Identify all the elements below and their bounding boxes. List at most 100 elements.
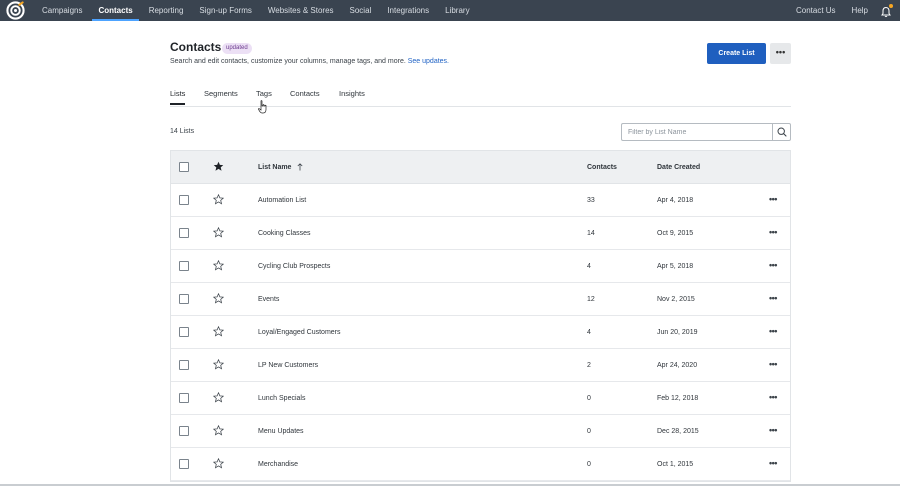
row-checkbox[interactable]	[179, 360, 189, 370]
tab-lists[interactable]: Lists	[170, 89, 186, 105]
tab-insights[interactable]: Insights	[339, 89, 365, 98]
bell-icon[interactable]	[880, 3, 893, 17]
filter-lists-input[interactable]	[621, 123, 773, 141]
star-outline-icon[interactable]	[213, 227, 224, 238]
constant-contact-logo-icon[interactable]	[6, 1, 25, 20]
row-actions-button[interactable]: •••	[769, 382, 777, 415]
row-actions-button[interactable]: •••	[769, 250, 777, 283]
contact-us-link[interactable]: Contact Us	[788, 0, 844, 21]
select-all-checkbox[interactable]	[179, 162, 189, 172]
row-actions-button[interactable]: •••	[769, 217, 777, 250]
tab-tags[interactable]: Tags	[256, 89, 272, 98]
star-outline-icon[interactable]	[213, 260, 224, 271]
page-subtitle: Search and edit contacts, customize your…	[170, 58, 449, 65]
list-name[interactable]: Events	[258, 283, 279, 316]
row-checkbox[interactable]	[179, 426, 189, 436]
contact-count: 0	[587, 428, 591, 435]
sort-ascending-icon[interactable]	[297, 163, 303, 171]
tab-contacts[interactable]: Contacts	[290, 89, 320, 98]
table-header: List Name Contacts Date Created	[171, 151, 790, 184]
notification-dot	[889, 3, 893, 8]
contact-count: 4	[587, 329, 591, 336]
nav-integrations[interactable]: Integrations	[379, 0, 437, 21]
contact-count: 0	[587, 461, 591, 468]
help-link[interactable]: Help	[844, 0, 876, 21]
table-row[interactable]: Merchandise 0 Oct 1, 2015 •••	[171, 448, 790, 481]
row-actions-button[interactable]: •••	[769, 283, 777, 316]
star-outline-icon[interactable]	[213, 359, 224, 370]
list-name[interactable]: Loyal/Engaged Customers	[258, 316, 341, 349]
row-actions-button[interactable]: •••	[769, 316, 777, 349]
nav-signup-forms[interactable]: Sign-up Forms	[191, 0, 259, 21]
date-created: Oct 1, 2015	[657, 461, 694, 468]
contact-count: 12	[587, 296, 595, 303]
list-name[interactable]: Menu Updates	[258, 415, 304, 448]
star-outline-icon[interactable]	[213, 425, 224, 436]
contact-count: 0	[587, 395, 591, 402]
row-actions-button[interactable]: •••	[769, 349, 777, 382]
create-list-button[interactable]: Create List	[707, 43, 766, 64]
list-count: 14 Lists	[170, 128, 195, 135]
table-row[interactable]: Lunch Specials 0 Feb 12, 2018 •••	[171, 382, 790, 415]
star-outline-icon[interactable]	[213, 194, 224, 205]
table-row[interactable]: Events 12 Nov 2, 2015 •••	[171, 283, 790, 316]
list-name[interactable]: Cycling Club Prospects	[258, 250, 330, 283]
contact-count: 4	[587, 263, 591, 270]
see-updates-link[interactable]: See updates.	[408, 58, 449, 65]
date-created: Jun 20, 2019	[657, 329, 698, 336]
star-filled-icon[interactable]	[213, 161, 224, 172]
row-checkbox[interactable]	[179, 294, 189, 304]
star-outline-icon[interactable]	[213, 458, 224, 469]
contact-count: 33	[587, 197, 595, 204]
table-row[interactable]: Cycling Club Prospects 4 Apr 5, 2018 •••	[171, 250, 790, 283]
row-actions-button[interactable]: •••	[769, 415, 777, 448]
row-checkbox[interactable]	[179, 327, 189, 337]
list-name[interactable]: LP New Customers	[258, 349, 318, 382]
row-checkbox[interactable]	[179, 393, 189, 403]
nav-social[interactable]: Social	[342, 0, 380, 21]
top-navigation: Campaigns Contacts Reporting Sign-up For…	[0, 0, 900, 21]
table-row[interactable]: Cooking Classes 14 Oct 9, 2015 •••	[171, 217, 790, 250]
more-options-button[interactable]: •••	[770, 43, 791, 64]
row-checkbox[interactable]	[179, 459, 189, 469]
row-actions-button[interactable]: •••	[769, 184, 777, 217]
main-nav: Campaigns Contacts Reporting Sign-up For…	[34, 0, 478, 21]
lists-table: List Name Contacts Date Created Automati…	[170, 150, 791, 482]
date-created: Apr 24, 2020	[657, 362, 698, 369]
star-outline-icon[interactable]	[213, 293, 224, 304]
table-row[interactable]: Loyal/Engaged Customers 4 Jun 20, 2019 •…	[171, 316, 790, 349]
row-checkbox[interactable]	[179, 228, 189, 238]
row-checkbox[interactable]	[179, 195, 189, 205]
nav-contacts[interactable]: Contacts	[90, 0, 140, 21]
date-created: Nov 2, 2015	[657, 296, 695, 303]
nav-reporting[interactable]: Reporting	[141, 0, 192, 21]
column-list-name[interactable]: List Name	[258, 151, 303, 184]
nav-utilities: Contact Us Help	[788, 0, 893, 21]
nav-campaigns[interactable]: Campaigns	[34, 0, 90, 21]
star-outline-icon[interactable]	[213, 392, 224, 403]
column-contacts[interactable]: Contacts	[587, 151, 617, 184]
date-created: Apr 4, 2018	[657, 197, 694, 204]
nav-websites-stores[interactable]: Websites & Stores	[260, 0, 342, 21]
mouse-cursor-icon	[258, 100, 267, 114]
star-outline-icon[interactable]	[213, 326, 224, 337]
date-created: Oct 9, 2015	[657, 230, 694, 237]
row-actions-button[interactable]: •••	[769, 448, 777, 481]
table-row[interactable]: Automation List 33 Apr 4, 2018 •••	[171, 184, 790, 217]
search-icon	[776, 127, 787, 137]
list-name[interactable]: Automation List	[258, 184, 306, 217]
contact-count: 2	[587, 362, 591, 369]
date-created: Dec 28, 2015	[657, 428, 699, 435]
row-checkbox[interactable]	[179, 261, 189, 271]
table-row[interactable]: LP New Customers 2 Apr 24, 2020 •••	[171, 349, 790, 382]
list-name[interactable]: Cooking Classes	[258, 217, 311, 250]
nav-library[interactable]: Library	[437, 0, 477, 21]
table-row[interactable]: Menu Updates 0 Dec 28, 2015 •••	[171, 415, 790, 448]
date-created: Apr 5, 2018	[657, 263, 694, 270]
column-date-created[interactable]: Date Created	[657, 151, 700, 184]
column-list-name-label: List Name	[258, 164, 292, 171]
search-button[interactable]	[772, 123, 791, 141]
list-name[interactable]: Merchandise	[258, 448, 298, 481]
list-name[interactable]: Lunch Specials	[258, 382, 305, 415]
tab-segments[interactable]: Segments	[204, 89, 238, 98]
